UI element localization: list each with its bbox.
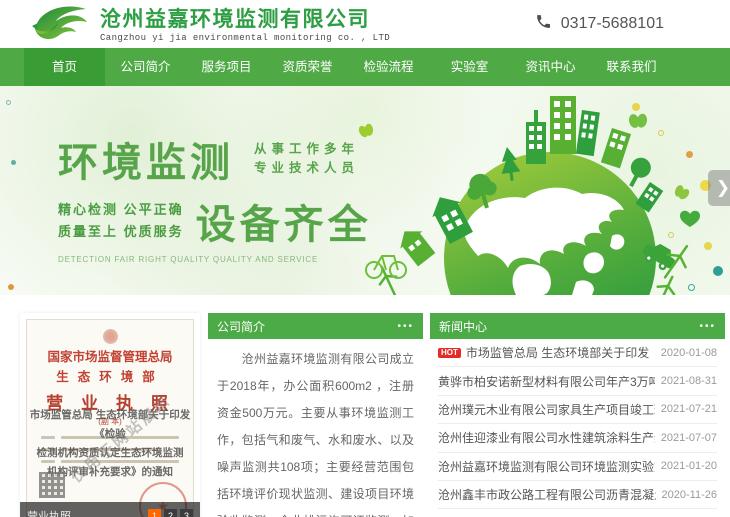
decor-dot — [8, 284, 14, 290]
carousel-caption: 营业执照 — [27, 508, 145, 517]
news-item-date: 2020-11-26 — [662, 489, 717, 501]
decor-dot — [658, 130, 664, 136]
slogan-sub-1: 从事工作多年 专业技术人员 — [254, 140, 359, 178]
news-section: 新闻中心 ••• HOT 市场监管总局 生态环境部关于印发《检验... 2020… — [430, 313, 725, 517]
hero-banner: 环境监测 从事工作多年 专业技术人员 精心检测 公平正确 质量至上 优质服务 设… — [0, 86, 730, 295]
news-item-date: 2021-01-20 — [661, 460, 717, 472]
news-item-title: 黄骅市柏安诺新型材料有限公司年产3万吨砂浆... — [438, 373, 655, 390]
about-text: 沧州益嘉环境监测有限公司成立于2018年，办公面积600m2 ，注册资金500万… — [208, 339, 423, 517]
banner-slogan: 环境监测 从事工作多年 专业技术人员 精心检测 公平正确 质量至上 优质服务 设… — [58, 130, 372, 264]
page: 沧州益嘉环境监测有限公司 Cangzhou yi jia environment… — [0, 0, 730, 517]
carousel-page-3[interactable]: 3 — [180, 509, 193, 517]
license-issuer-line2: 生态环境部 — [27, 366, 193, 385]
news-item-date: 2021-08-31 — [661, 375, 717, 387]
phone-number: 0317-5688101 — [561, 15, 664, 33]
nav-item-about[interactable]: 公司简介 — [105, 48, 186, 86]
slogan-sub-2: 精心检测 公平正确 质量至上 优质服务 — [58, 199, 184, 243]
nav-item-lab[interactable]: 实验室 — [429, 48, 510, 86]
decor-dot — [668, 232, 674, 238]
decor-dot — [713, 266, 723, 276]
decor-dot — [686, 151, 693, 158]
site-header: 沧州益嘉环境监测有限公司 Cangzhou yi jia environment… — [0, 0, 730, 48]
slogan-sub-2-line1: 精心检测 公平正确 — [58, 199, 184, 221]
news-item-title: 市场监管总局 生态环境部关于印发《检验... — [466, 344, 655, 361]
carousel-caption-bar: 营业执照 1 2 3 — [20, 502, 200, 517]
decor-dot — [6, 100, 11, 105]
phone-icon — [535, 13, 552, 35]
carousel-page-2[interactable]: 2 — [164, 509, 177, 517]
header-phone: 0317-5688101 — [535, 13, 664, 35]
company-name: 沧州益嘉环境监测有限公司 — [100, 6, 390, 32]
nav-item-contact[interactable]: 联系我们 — [591, 48, 672, 86]
news-item-title: 沧州璞元木业有限公司家具生产项目竣工环境保... — [438, 401, 655, 418]
nav-item-home[interactable]: 首页 — [24, 48, 105, 86]
about-header: 公司简介 ••• — [208, 313, 423, 339]
news-more-link[interactable]: ••• — [699, 321, 716, 332]
nav-item-process[interactable]: 检验流程 — [348, 48, 429, 86]
slogan-sub-1-line2: 专业技术人员 — [254, 159, 359, 178]
news-item-title: 沧州佳迎漆业有限公司水性建筑涂料生产线技术... — [438, 429, 655, 446]
decor-dot — [632, 103, 640, 111]
news-item[interactable]: 沧州佳迎漆业有限公司水性建筑涂料生产线技术... 2021-07-07 — [438, 424, 717, 452]
slogan-headline-2: 设备齐全 — [196, 192, 372, 250]
chevron-right-icon: ❯ — [716, 178, 730, 198]
news-item-title: 沧州益嘉环境监测有限公司环境监测实验室建设... — [438, 458, 655, 475]
about-more-link[interactable]: ••• — [397, 321, 414, 332]
nav-item-news[interactable]: 资讯中心 — [510, 48, 591, 86]
news-item[interactable]: 沧州鑫丰市政公路工程有限公司沥青混凝土生产... 2020-11-26 — [438, 481, 717, 509]
national-emblem-icon — [103, 329, 118, 344]
news-item[interactable]: 沧州益嘉环境监测有限公司环境监测实验室建设... 2021-01-20 — [438, 453, 717, 481]
main-nav: 首页 公司简介 服务项目 资质荣誉 检验流程 实验室 资讯中心 联系我们 — [0, 48, 730, 86]
news-list: HOT 市场监管总局 生态环境部关于印发《检验... 2020-01-08 黄骅… — [430, 339, 725, 509]
about-section: 公司简介 ••• 沧州益嘉环境监测有限公司成立于2018年，办公面积600m2 … — [208, 313, 423, 517]
news-item[interactable]: HOT 市场监管总局 生态环境部关于印发《检验... 2020-01-08 — [438, 339, 717, 367]
slogan-tagline-en: DETECTION FAIR RIGHT QUALITY QUALITY AND… — [58, 255, 372, 264]
qr-code-icon — [39, 472, 65, 498]
content-area: 国家市场监督管理总局 生态环境部 营 业 执 照 (副 本) 市场监管总局 生态… — [20, 313, 725, 517]
slogan-sub-1-line1: 从事工作多年 — [254, 140, 359, 159]
about-title: 公司简介 — [217, 318, 397, 335]
leaf-swoosh-icon — [28, 1, 92, 48]
business-license-slide[interactable]: 国家市场监督管理总局 生态环境部 营 业 执 照 (副 本) 市场监管总局 生态… — [26, 319, 194, 517]
slogan-headline-1: 环境监测 — [58, 130, 234, 188]
news-title: 新闻中心 — [439, 318, 699, 335]
news-item[interactable]: 沧州璞元木业有限公司家具生产项目竣工环境保... 2021-07-21 — [438, 396, 717, 424]
banner-next-button[interactable]: ❯ — [708, 170, 730, 206]
decor-dot — [704, 242, 712, 250]
hot-badge: HOT — [438, 348, 461, 358]
license-issuer-line1: 国家市场监督管理总局 — [27, 346, 193, 365]
nav-item-honors[interactable]: 资质荣誉 — [267, 48, 348, 86]
company-logo[interactable] — [28, 2, 94, 46]
nav-item-services[interactable]: 服务项目 — [186, 48, 267, 86]
decor-dot — [11, 160, 16, 165]
news-item-date: 2020-01-08 — [661, 347, 717, 359]
brand-block: 沧州益嘉环境监测有限公司 Cangzhou yi jia environment… — [100, 6, 390, 43]
news-item-date: 2021-07-21 — [661, 403, 717, 415]
carousel-page-1[interactable]: 1 — [148, 509, 161, 517]
news-item[interactable]: 黄骅市柏安诺新型材料有限公司年产3万吨砂浆... 2021-08-31 — [438, 367, 717, 395]
company-name-en: Cangzhou yi jia environmental monitoring… — [100, 33, 390, 43]
eco-globe-illustration — [350, 86, 730, 295]
news-item-date: 2021-07-07 — [661, 432, 717, 444]
news-item-title: 沧州鑫丰市政公路工程有限公司沥青混凝土生产... — [438, 486, 656, 503]
slogan-sub-2-line2: 质量至上 优质服务 — [58, 221, 184, 243]
news-header: 新闻中心 ••• — [430, 313, 725, 339]
decor-dot — [688, 284, 695, 291]
license-carousel: 国家市场监督管理总局 生态环境部 营 业 执 照 (副 本) 市场监管总局 生态… — [20, 313, 200, 517]
